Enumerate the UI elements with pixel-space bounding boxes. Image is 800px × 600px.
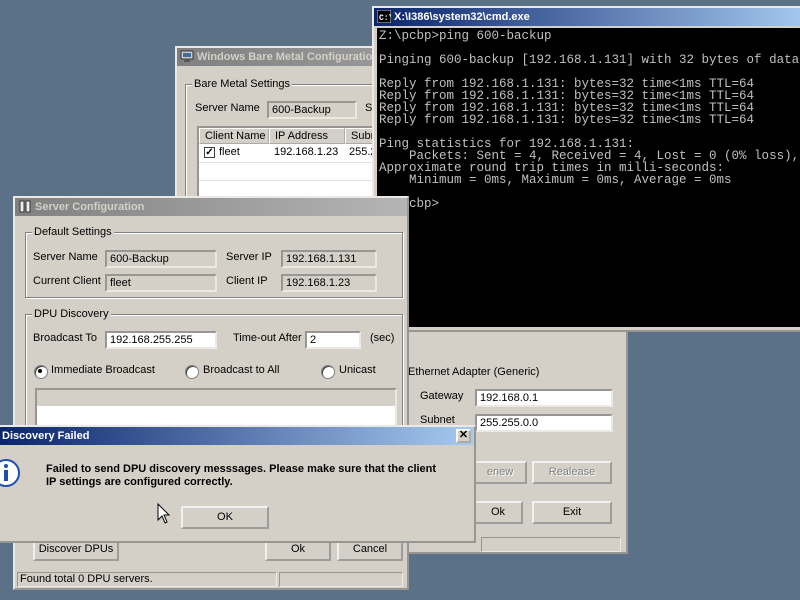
col-ip-address[interactable]: IP Address [269, 128, 345, 144]
exit-button[interactable]: Exit [532, 501, 612, 524]
mouse-cursor-icon [157, 502, 171, 525]
broadcast-all-label[interactable]: Broadcast to All [203, 364, 279, 376]
status-cell-2 [279, 572, 403, 587]
dialog-title: Discovery Failed [2, 430, 90, 442]
immediate-broadcast-label[interactable]: Immediate Broadcast [51, 364, 155, 376]
default-settings-label: Default Settings [32, 226, 114, 238]
bare-metal-settings-label: Bare Metal Settings [192, 78, 292, 90]
cmd-console[interactable]: Z:\pcbp>ping 600-backup Pinging 600-back… [377, 28, 800, 327]
immediate-broadcast-radio[interactable] [34, 365, 48, 379]
svg-text:C:\: C:\ [379, 14, 391, 23]
release-button[interactable]: Realease [532, 461, 612, 484]
console-line: Reply from 192.168.1.131: bytes=32 time<… [379, 113, 755, 127]
dialog-message-line1: Failed to send DPU discovery messsages. … [46, 463, 437, 475]
renew-button[interactable]: enew [473, 461, 527, 484]
cmd-title: X:\I386\system32\cmd.exe [394, 11, 530, 23]
cmd-titlebar[interactable]: C:\ X:\I386\system32\cmd.exe [374, 8, 800, 26]
sc-server-name-label: Server Name [33, 251, 98, 263]
server-ip-field[interactable]: 192.168.1.131 [281, 250, 377, 268]
server-config-title: Server Configuration [35, 201, 145, 213]
console-line: Z:\pcbp>ping 600-backup [379, 29, 552, 43]
dialog-titlebar[interactable]: Discovery Failed [0, 427, 474, 445]
cmd-window: C:\ X:\I386\system32\cmd.exe Z:\pcbp>pin… [372, 6, 800, 332]
ethernet-adapter-label: Ethernet Adapter (Generic) [408, 366, 540, 378]
dialog-close-button[interactable]: ✕ [456, 429, 471, 443]
gateway-field[interactable]: 192.168.0.1 [475, 389, 613, 407]
broadcast-to-label: Broadcast To [33, 332, 98, 344]
bm-status-cell [481, 537, 621, 552]
console-line: Minimum = 0ms, Maximum = 0ms, Average = … [379, 173, 732, 187]
cmd-icon: C:\ [376, 9, 394, 24]
sec-label: (sec) [370, 332, 395, 344]
close-icon: ✕ [458, 429, 469, 441]
dpu-discovery-label: DPU Discovery [32, 308, 111, 320]
current-client-label: Current Client [33, 275, 101, 287]
table-grid-row [199, 162, 379, 181]
console-line: Pinging 600-backup [192.168.1.131] with … [379, 53, 800, 67]
sc-server-name-field[interactable]: 600-Backup [105, 250, 217, 268]
current-client-field[interactable]: fleet [105, 274, 217, 292]
timeout-label: Time-out After [233, 332, 302, 344]
bare-metal-title: Windows Bare Metal Configuration [197, 51, 380, 63]
discovery-failed-dialog: Discovery Failed ✕ Failed to send DPU di… [0, 425, 476, 543]
dialog-ok-button[interactable]: OK [181, 506, 269, 529]
broadcast-to-field[interactable]: 192.168.255.255 [105, 331, 217, 349]
client-ip-label: Client IP [226, 275, 268, 287]
subnet-field[interactable]: 255.255.0.0 [475, 414, 613, 432]
info-icon [0, 457, 22, 489]
status-text: Found total 0 DPU servers. [17, 572, 277, 587]
console-line: Z:\pcbp> [379, 197, 440, 211]
dpu-list-header [37, 390, 395, 406]
col-client-name[interactable]: Client Name [199, 128, 269, 144]
row-ip-address: 192.168.1.23 [274, 146, 339, 158]
server-ip-label: Server IP [226, 251, 272, 263]
server-config-titlebar[interactable]: Server Configuration [15, 198, 407, 216]
timeout-field[interactable]: 2 [305, 331, 361, 349]
row-checkbox[interactable]: ✓ [204, 147, 215, 158]
unicast-radio[interactable] [321, 365, 335, 379]
dialog-message-line2: IP settings are configured correctly. [46, 476, 233, 488]
row-client-name: fleet [219, 146, 240, 158]
unicast-label[interactable]: Unicast [339, 364, 376, 376]
client-ip-field[interactable]: 192.168.1.23 [281, 274, 377, 292]
gateway-label: Gateway [420, 390, 464, 402]
computer-icon [180, 50, 194, 63]
server-config-icon [18, 200, 32, 213]
broadcast-all-radio[interactable] [185, 365, 199, 379]
bm-server-name-field[interactable]: 600-Backup [267, 101, 357, 119]
bm-ok-button[interactable]: Ok [473, 501, 523, 524]
table-row[interactable]: ✓ fleet 192.168.1.23 255.2 [199, 144, 379, 163]
bm-server-name-label: Server Name [195, 102, 260, 114]
